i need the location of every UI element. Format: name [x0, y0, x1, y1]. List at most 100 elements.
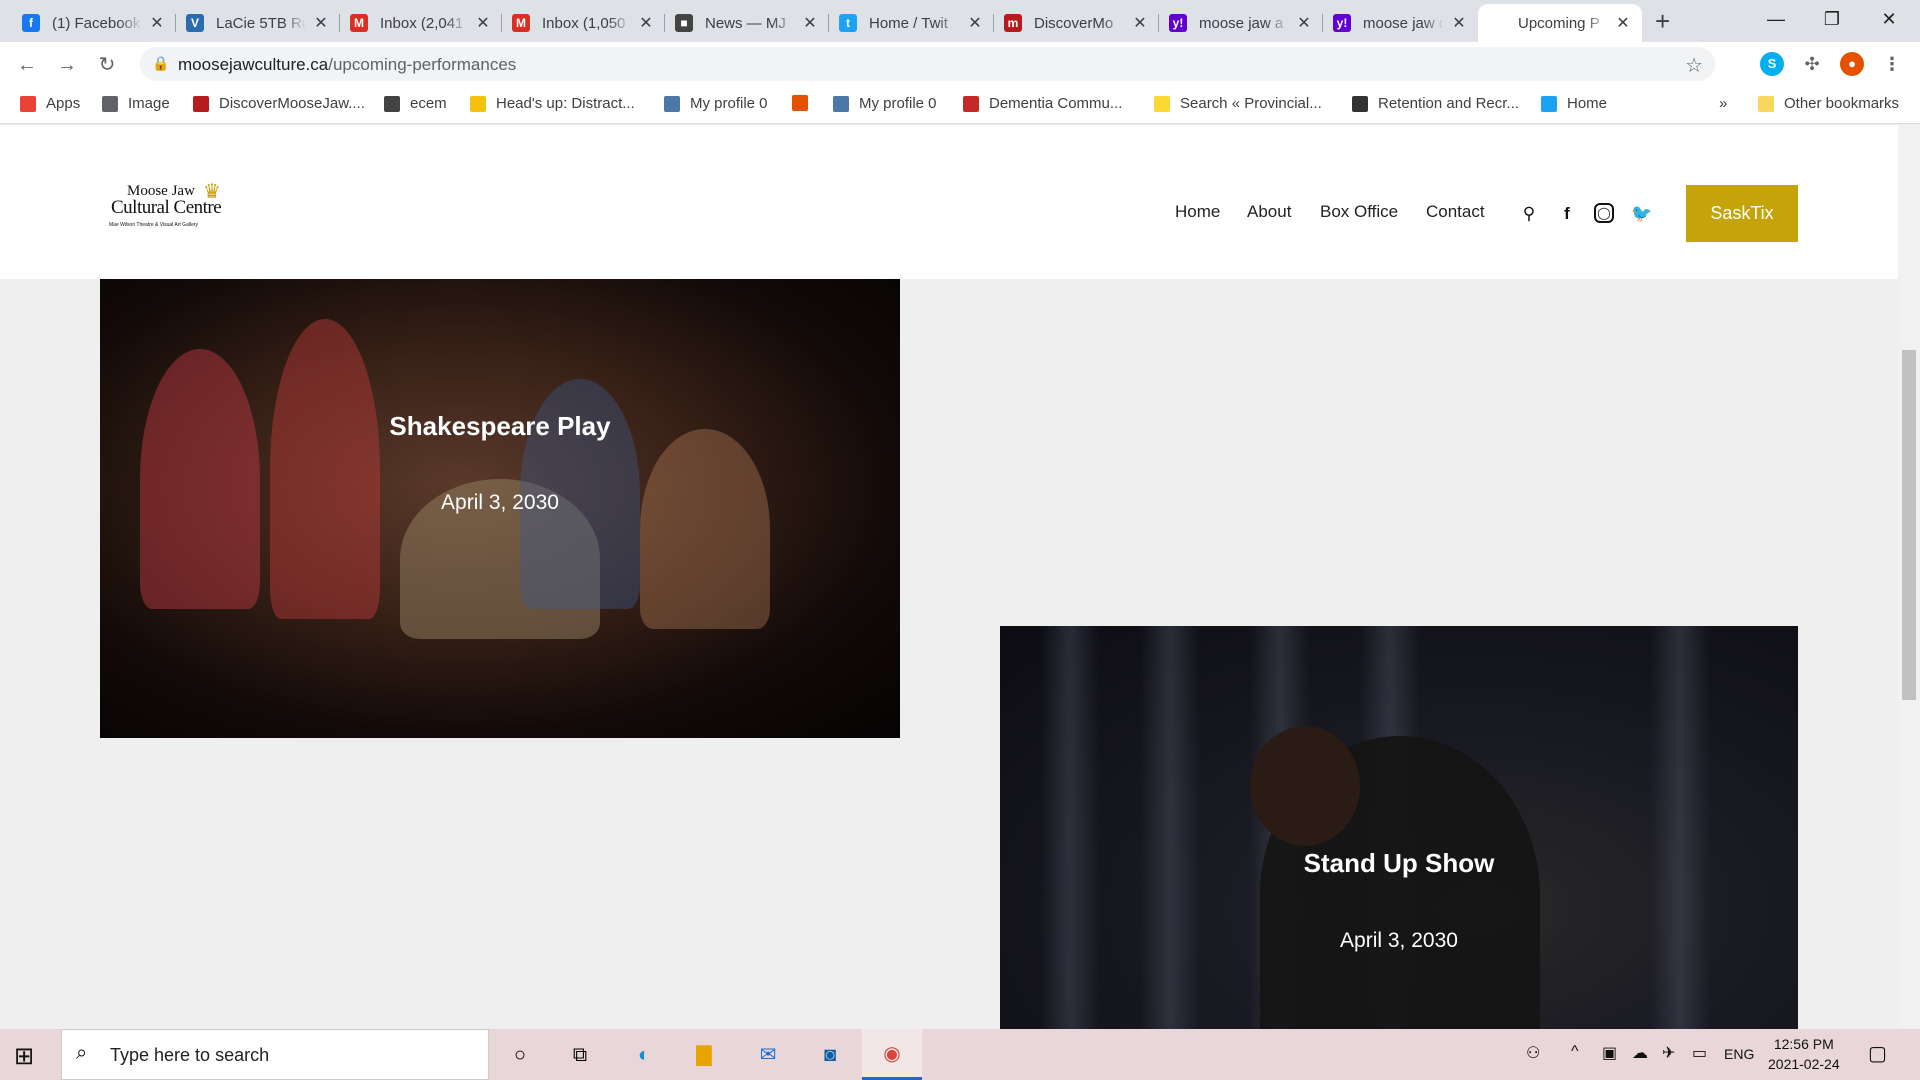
twitter-icon[interactable]: 🐦	[1631, 203, 1653, 225]
browser-tab[interactable]: f (1) Facebook ✕	[12, 4, 176, 42]
nav-contact[interactable]: Contact	[1426, 202, 1485, 222]
browser-tab[interactable]: y! moose jaw a ✕	[1159, 4, 1323, 42]
forward-button[interactable]: →	[54, 52, 80, 78]
browser-tab[interactable]: t Home / Twit ✕	[829, 4, 994, 42]
bookmark-item[interactable]: Head's up: Distract...	[470, 95, 635, 112]
windows-taskbar: ⊞ ⌕ Type here to search ○ ⧉ ◐ ▇ ✉ ◙ ◉ ⚇ …	[0, 1029, 1920, 1080]
tab-close-icon[interactable]: ✕	[148, 13, 166, 33]
bookmark-label: My profile 0	[859, 95, 937, 112]
tab-close-icon[interactable]: ✕	[1450, 13, 1468, 33]
tab-close-icon[interactable]: ✕	[637, 13, 655, 33]
new-tab-button[interactable]: +	[1655, 8, 1670, 34]
bookmark-label: ecem	[410, 95, 447, 112]
tab-close-icon[interactable]: ✕	[1295, 13, 1313, 33]
bookmark-favicon-icon	[792, 95, 808, 111]
curtain-fold	[1650, 626, 1710, 1029]
sasktix-button[interactable]: SaskTix	[1686, 185, 1798, 242]
tab-title: Upcoming P	[1518, 14, 1600, 32]
file-explorer-icon[interactable]: ▇	[688, 1039, 720, 1071]
blank-icon	[1488, 14, 1506, 32]
profile-avatar[interactable]: ●	[1840, 52, 1864, 76]
bookmark-item[interactable]: Home	[1541, 95, 1607, 112]
browser-tab[interactable]: V LaCie 5TB Ru ✕	[176, 4, 340, 42]
tab-title: Inbox (2,041	[380, 14, 464, 32]
site-logo[interactable]: Moose Jaw ♛ Cultural Centre Mae Wilson T…	[105, 181, 240, 239]
menu-icon[interactable]: ⋮	[1880, 52, 1904, 76]
browser-tab[interactable]: M Inbox (1,050 ✕	[502, 4, 665, 42]
url-path: /upcoming-performances	[328, 55, 517, 74]
performance-card[interactable]: Stand Up Show April 3, 2030	[1000, 626, 1798, 1029]
performer-figure	[640, 429, 770, 629]
reload-button[interactable]: ↻	[94, 52, 120, 78]
clock-time: 12:56 PM	[1773, 1036, 1834, 1052]
tab-title: Home / Twit	[869, 14, 948, 32]
bookmark-item[interactable]: My profile 0	[833, 95, 937, 112]
dell-icon[interactable]: ◙	[814, 1039, 846, 1071]
tab-close-icon[interactable]: ✕	[1614, 13, 1632, 33]
language-indicator[interactable]: ENG	[1724, 1046, 1754, 1062]
tab-close-icon[interactable]: ✕	[312, 13, 330, 33]
meet-now-icon[interactable]: ▣	[1602, 1043, 1617, 1063]
curtain-fold	[1040, 626, 1100, 1029]
airplane-icon[interactable]: ✈	[1662, 1043, 1675, 1063]
scrollbar-thumb[interactable]	[1902, 350, 1916, 700]
performance-card[interactable]: Shakespeare Play April 3, 2030	[100, 279, 900, 738]
notifications-icon[interactable]: ▢	[1868, 1041, 1887, 1066]
bookmark-item[interactable]: Retention and Recr...	[1352, 95, 1519, 112]
chrome-taskbar-button[interactable]: ◉	[862, 1029, 922, 1080]
taskbar-search[interactable]: ⌕ Type here to search	[61, 1029, 489, 1080]
twitter-icon: t	[839, 14, 857, 32]
skype-icon[interactable]: S	[1760, 52, 1784, 76]
browser-tab[interactable]: ■ News — MJ ✕	[665, 4, 829, 42]
bookmark-item[interactable]: DiscoverMooseJaw....	[193, 95, 365, 112]
other-bookmarks[interactable]: Other bookmarks	[1758, 95, 1899, 112]
bookmark-star-icon[interactable]: ☆	[1685, 53, 1703, 78]
battery-icon[interactable]: ▭	[1692, 1043, 1707, 1063]
edge-icon[interactable]: ◐	[628, 1039, 660, 1071]
bookmark-favicon-icon	[1352, 95, 1368, 112]
tab-title: DiscoverMo	[1034, 14, 1114, 32]
bookmark-item[interactable]: My profile 0	[664, 95, 768, 112]
minimize-button[interactable]: —	[1753, 4, 1799, 34]
bookmark-item[interactable]: Search « Provincial...	[1154, 95, 1322, 112]
bookmark-item[interactable]: Image	[102, 95, 170, 112]
web-page: Moose Jaw ♛ Cultural Centre Mae Wilson T…	[0, 125, 1898, 1029]
nav-about[interactable]: About	[1247, 202, 1291, 222]
nav-box-office[interactable]: Box Office	[1320, 202, 1398, 222]
map-pin-icon[interactable]: ⚲	[1518, 203, 1540, 225]
tab-close-icon[interactable]: ✕	[801, 13, 819, 33]
bookmark-item[interactable]: Apps	[20, 95, 80, 112]
show-hidden-icons[interactable]: ^	[1571, 1043, 1579, 1061]
performer-figure	[270, 319, 380, 619]
address-bar[interactable]: 🔒 moosejawculture.ca/upcoming-performanc…	[140, 47, 1715, 81]
instagram-icon[interactable]: ◯	[1594, 203, 1614, 223]
tab-close-icon[interactable]: ✕	[966, 13, 984, 33]
browser-tab[interactable]: M Inbox (2,041 ✕	[340, 4, 502, 42]
people-icon[interactable]: ⚇	[1526, 1043, 1540, 1063]
close-window-button[interactable]: ✕	[1866, 4, 1912, 34]
browser-tab[interactable]: m DiscoverMo ✕	[994, 4, 1159, 42]
onedrive-icon[interactable]: ☁	[1632, 1043, 1648, 1063]
tab-title: moose jaw a	[1199, 14, 1284, 32]
extensions-icon[interactable]: ✣	[1800, 52, 1824, 76]
search-icon: ⌕	[76, 1042, 88, 1064]
tab-close-icon[interactable]: ✕	[474, 13, 492, 33]
clock-date: 2021-02-24	[1768, 1056, 1840, 1072]
bookmarks-overflow-button[interactable]: »	[1719, 95, 1727, 112]
browser-tab[interactable]: Upcoming P ✕	[1478, 4, 1642, 42]
windows-start-icon[interactable]: ⊞	[14, 1042, 34, 1071]
back-button[interactable]: ←	[14, 52, 40, 78]
bookmark-item[interactable]: ecem	[384, 95, 447, 112]
bookmark-item[interactable]	[792, 95, 818, 111]
bookmark-label: My profile 0	[690, 95, 768, 112]
facebook-icon[interactable]: f	[1556, 203, 1578, 225]
tab-close-icon[interactable]: ✕	[1131, 13, 1149, 33]
cortana-icon[interactable]: ○	[504, 1039, 536, 1071]
clock[interactable]: 12:56 PM 2021-02-24	[1768, 1034, 1840, 1074]
maximize-button[interactable]: ❐	[1809, 4, 1855, 34]
task-view-icon[interactable]: ⧉	[564, 1039, 596, 1071]
bookmark-item[interactable]: Dementia Commu...	[963, 95, 1122, 112]
mail-icon[interactable]: ✉	[752, 1039, 784, 1071]
browser-tab[interactable]: y! moose jaw c ✕	[1323, 4, 1478, 42]
nav-home[interactable]: Home	[1175, 202, 1220, 222]
